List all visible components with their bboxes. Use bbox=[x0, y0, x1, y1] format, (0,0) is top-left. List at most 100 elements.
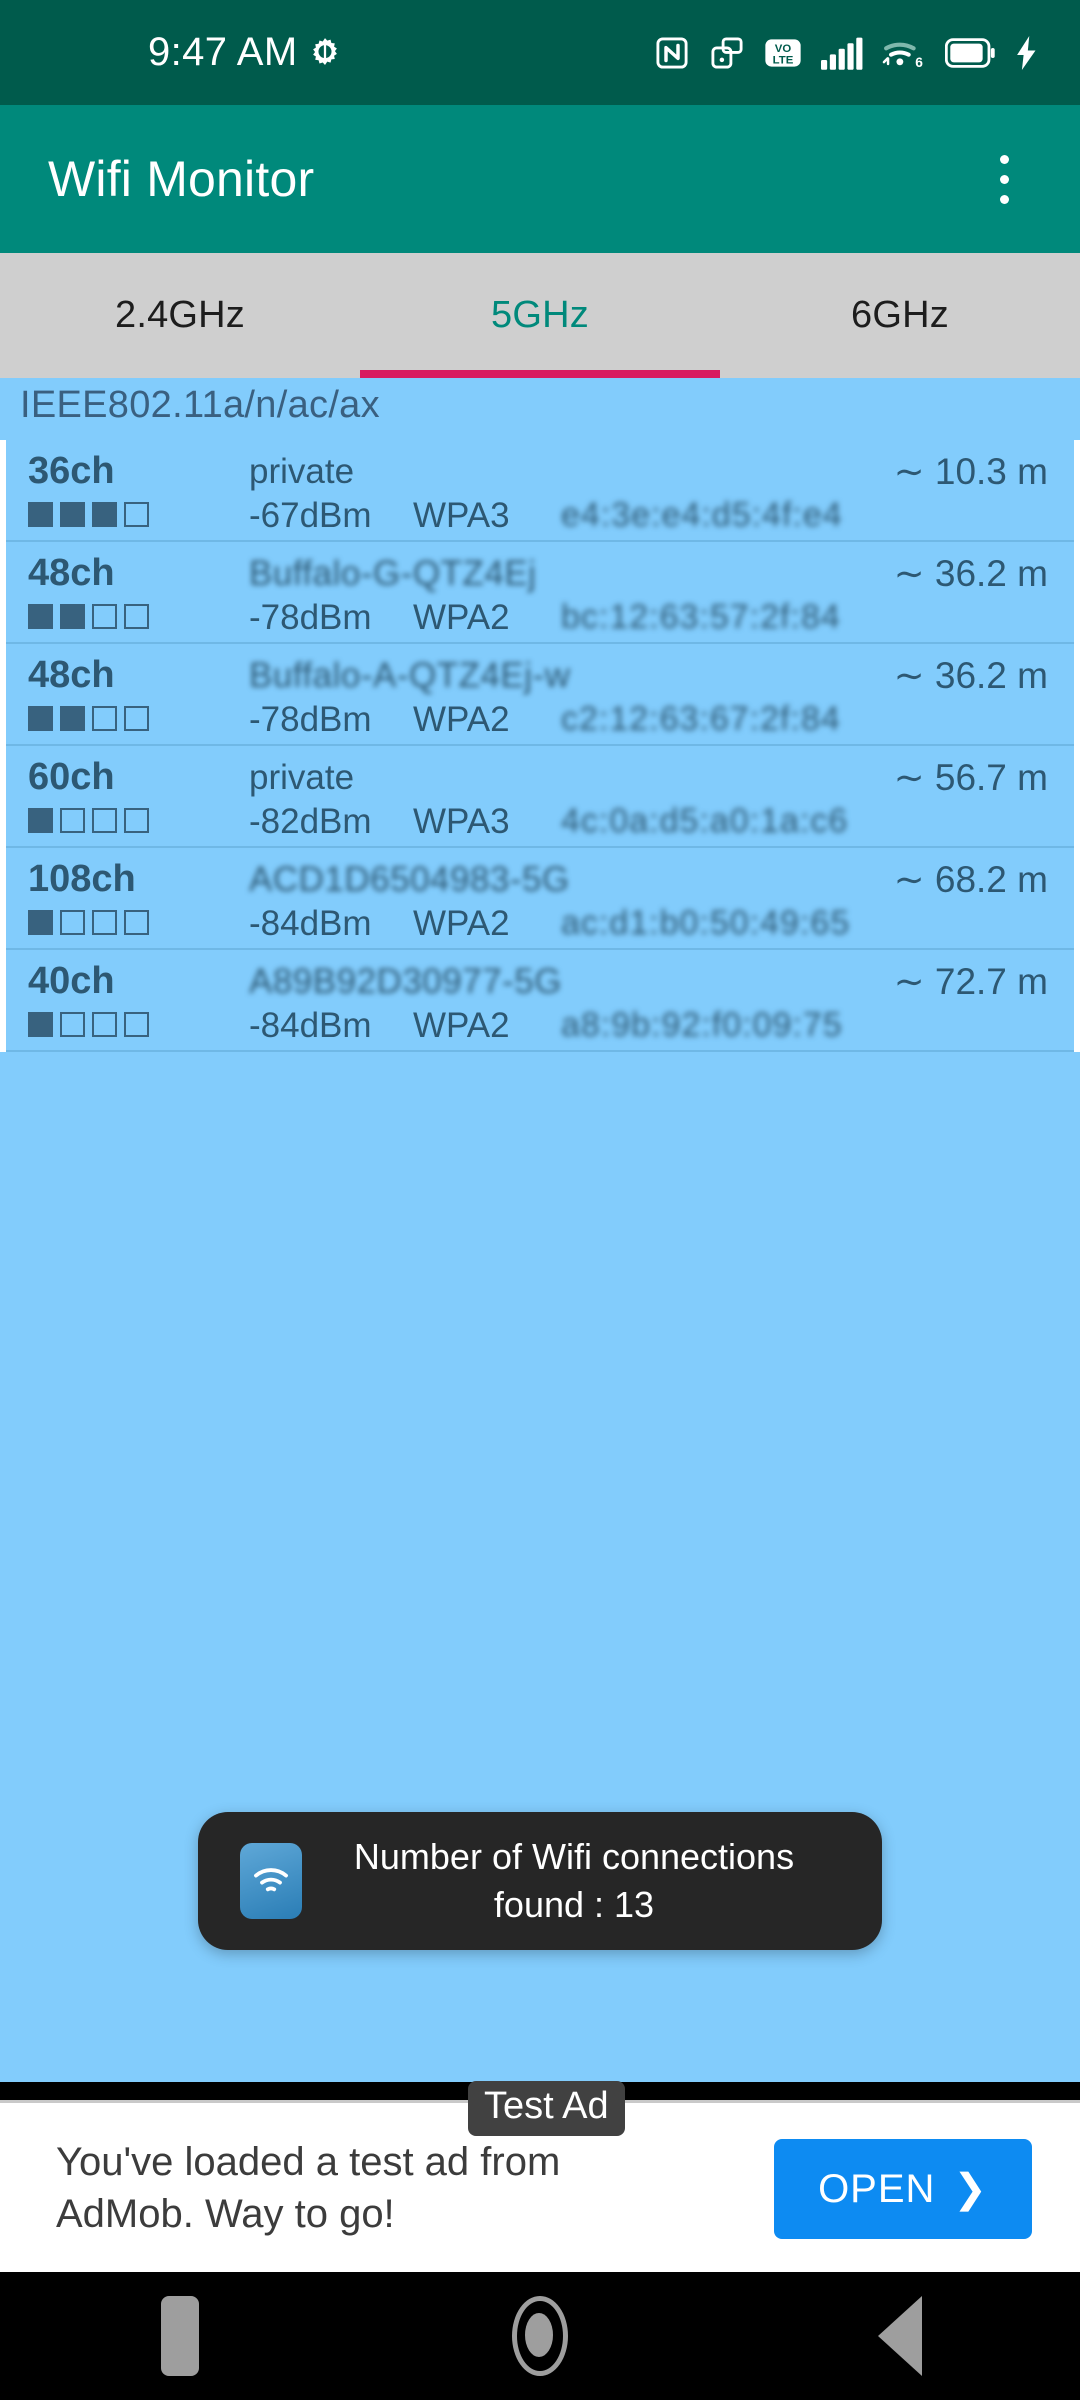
ap-distance: ∼ 68.2 m bbox=[893, 859, 1048, 900]
table-row[interactable]: 60ch private ∼ 56.7 m -82dBm WPA3 4c:0a:d5:a0… bbox=[6, 746, 1074, 848]
ap-row-secondary-line: -82dBm WPA3 4c:0a:d5:a0:1a:c6 bbox=[6, 802, 1074, 848]
signal-bar bbox=[28, 604, 53, 629]
ap-rssi: -84dBm bbox=[249, 1006, 372, 1045]
signal-bar bbox=[60, 1012, 85, 1037]
ap-row-primary-line: 108ch ACD1D6504983-5G ∼ 68.2 m bbox=[6, 858, 1074, 904]
ap-distance: ∼ 10.3 m bbox=[893, 451, 1048, 492]
signal-bar bbox=[92, 1012, 117, 1037]
signal-bar bbox=[92, 502, 117, 527]
signal-bar bbox=[92, 808, 117, 833]
wifi-6-icon: 6 bbox=[882, 36, 926, 70]
signal-bar bbox=[28, 1012, 53, 1037]
signal-bar bbox=[92, 604, 117, 629]
ap-row-secondary-line: -78dBm WPA2 c2:12:63:67:2f:84 bbox=[6, 700, 1074, 746]
ap-row-secondary-line: -67dBm WPA3 e4:3e:e4:d5:4f:e4 bbox=[6, 496, 1074, 542]
back-button[interactable] bbox=[840, 2276, 960, 2396]
signal-strength-bars bbox=[28, 604, 149, 629]
overflow-dot bbox=[999, 174, 1009, 184]
battery-icon bbox=[945, 37, 995, 68]
ap-row-primary-line: 36ch private ∼ 10.3 m bbox=[6, 450, 1074, 496]
svg-text:6: 6 bbox=[915, 54, 923, 69]
signal-bar bbox=[28, 808, 53, 833]
ap-row-secondary-line: -84dBm WPA2 ac:d1:b0:50:49:65 bbox=[6, 904, 1074, 950]
ap-row-primary-line: 40ch A89B92D30977-5G ∼ 72.7 m bbox=[6, 960, 1074, 1006]
ad-banner[interactable]: You've loaded a test ad from AdMob. Way … bbox=[0, 2081, 1080, 2272]
ad-open-label: OPEN bbox=[818, 2166, 936, 2211]
ap-channel: 48ch bbox=[28, 552, 115, 594]
ap-security: WPA2 bbox=[413, 904, 510, 943]
ap-rssi: -78dBm bbox=[249, 598, 372, 637]
ap-ssid: Buffalo-G-QTZ4Ej bbox=[249, 554, 537, 593]
ap-row-primary-line: 60ch private ∼ 56.7 m bbox=[6, 756, 1074, 802]
ap-bssid: bc:12:63:57:2f:84 bbox=[561, 598, 841, 636]
signal-bar bbox=[124, 706, 149, 731]
ap-rssi: -67dBm bbox=[249, 496, 372, 535]
ap-bssid: e4:3e:e4:d5:4f:e4 bbox=[561, 496, 843, 534]
ap-channel: 36ch bbox=[28, 450, 115, 492]
ap-security: WPA3 bbox=[413, 496, 510, 535]
table-row[interactable]: 48ch Buffalo-A-QTZ4Ej-w ∼ 36.2 m -78dBm WPA2… bbox=[6, 644, 1074, 746]
ap-ssid: private bbox=[249, 452, 355, 491]
ap-channel: 60ch bbox=[28, 756, 115, 798]
tab-5ghz[interactable]: 5GHz bbox=[360, 253, 720, 378]
ap-row-primary-line: 48ch Buffalo-G-QTZ4Ej ∼ 36.2 m bbox=[6, 552, 1074, 598]
table-row[interactable]: 36ch private ∼ 10.3 m -67dBm WPA3 e4:3e:e4:d5… bbox=[6, 440, 1074, 542]
tab-label: 2.4GHz bbox=[114, 294, 246, 336]
signal-bar bbox=[60, 502, 85, 527]
ad-open-button[interactable]: OPEN ❯ bbox=[774, 2139, 1032, 2239]
ap-row-primary-line: 48ch Buffalo-A-QTZ4Ej-w ∼ 36.2 m bbox=[6, 654, 1074, 700]
signal-strength-bars bbox=[28, 502, 149, 527]
tab-2-4ghz[interactable]: 2.4GHz bbox=[0, 253, 360, 378]
wifi-standard-bar: IEEE802.11a/n/ac/ax bbox=[0, 378, 1080, 432]
status-bar: 9:47 AM VO LTE 6 bbox=[0, 0, 1080, 105]
ap-distance: ∼ 36.2 m bbox=[893, 655, 1048, 696]
home-button[interactable] bbox=[480, 2276, 600, 2396]
chevron-right-icon: ❯ bbox=[953, 2167, 988, 2211]
signal-bar bbox=[28, 502, 53, 527]
ap-bssid: c2:12:63:67:2f:84 bbox=[561, 700, 841, 738]
tab-label: 6GHz bbox=[851, 294, 949, 336]
ap-security: WPA2 bbox=[413, 598, 510, 637]
ap-distance: ∼ 36.2 m bbox=[893, 553, 1048, 594]
ap-rssi: -84dBm bbox=[249, 904, 372, 943]
ap-row-secondary-line: -78dBm WPA2 bc:12:63:57:2f:84 bbox=[6, 598, 1074, 644]
ap-bssid: a8:9b:92:f0:09:75 bbox=[561, 1006, 843, 1044]
table-row[interactable]: 108ch ACD1D6504983-5G ∼ 68.2 m -84dBm WPA2 ac… bbox=[6, 848, 1074, 950]
signal-strength-bars bbox=[28, 706, 149, 731]
ap-security: WPA3 bbox=[413, 802, 510, 841]
ad-test-badge: Test Ad bbox=[468, 2081, 625, 2136]
overflow-menu-button[interactable] bbox=[974, 134, 1034, 224]
signal-bar bbox=[28, 706, 53, 731]
recents-button[interactable] bbox=[120, 2276, 240, 2396]
ap-ssid: Buffalo-A-QTZ4Ej-w bbox=[249, 656, 571, 695]
ad-body-text: You've loaded a test ad from AdMob. Way … bbox=[56, 2139, 561, 2236]
app-bar: Wifi Monitor bbox=[0, 105, 1080, 253]
ap-row-secondary-line: -84dBm WPA2 a8:9b:92:f0:09:75 bbox=[6, 1006, 1074, 1052]
table-row[interactable]: 40ch A89B92D30977-5G ∼ 72.7 m -84dBm WPA2 a8:… bbox=[6, 950, 1074, 1052]
ap-rssi: -78dBm bbox=[249, 700, 372, 739]
status-bar-left: 9:47 AM bbox=[148, 30, 342, 75]
signal-bar bbox=[92, 706, 117, 731]
toast-notification: Number of Wifi connections found : 13 bbox=[198, 1812, 882, 1950]
signal-bar bbox=[124, 910, 149, 935]
volte-icon: VO LTE bbox=[764, 36, 802, 70]
frequency-band-tabs: 2.4GHz 5GHz 6GHz bbox=[0, 253, 1080, 378]
signal-bar bbox=[124, 808, 149, 833]
triangle-left-icon bbox=[878, 2296, 922, 2376]
signal-strength-bars bbox=[28, 1012, 149, 1037]
charging-bolt-icon bbox=[1014, 35, 1040, 70]
status-bar-right: VO LTE 6 bbox=[654, 35, 1040, 71]
ap-security: WPA2 bbox=[413, 1006, 510, 1045]
status-clock: 9:47 AM bbox=[148, 30, 298, 74]
wifi-app-icon bbox=[240, 1843, 302, 1919]
ap-distance: ∼ 72.7 m bbox=[893, 961, 1048, 1002]
tab-label: 5GHz bbox=[491, 294, 589, 336]
ap-channel: 40ch bbox=[28, 960, 115, 1002]
overflow-dot bbox=[999, 154, 1009, 164]
ap-channel: 48ch bbox=[28, 654, 115, 696]
table-row[interactable]: 48ch Buffalo-G-QTZ4Ej ∼ 36.2 m -78dBm WPA2 bc… bbox=[6, 542, 1074, 644]
nfc-icon bbox=[654, 35, 690, 71]
tab-6ghz[interactable]: 6GHz bbox=[720, 253, 1080, 378]
cellular-signal-icon bbox=[821, 36, 863, 70]
ap-ssid: A89B92D30977-5G bbox=[249, 962, 562, 1001]
